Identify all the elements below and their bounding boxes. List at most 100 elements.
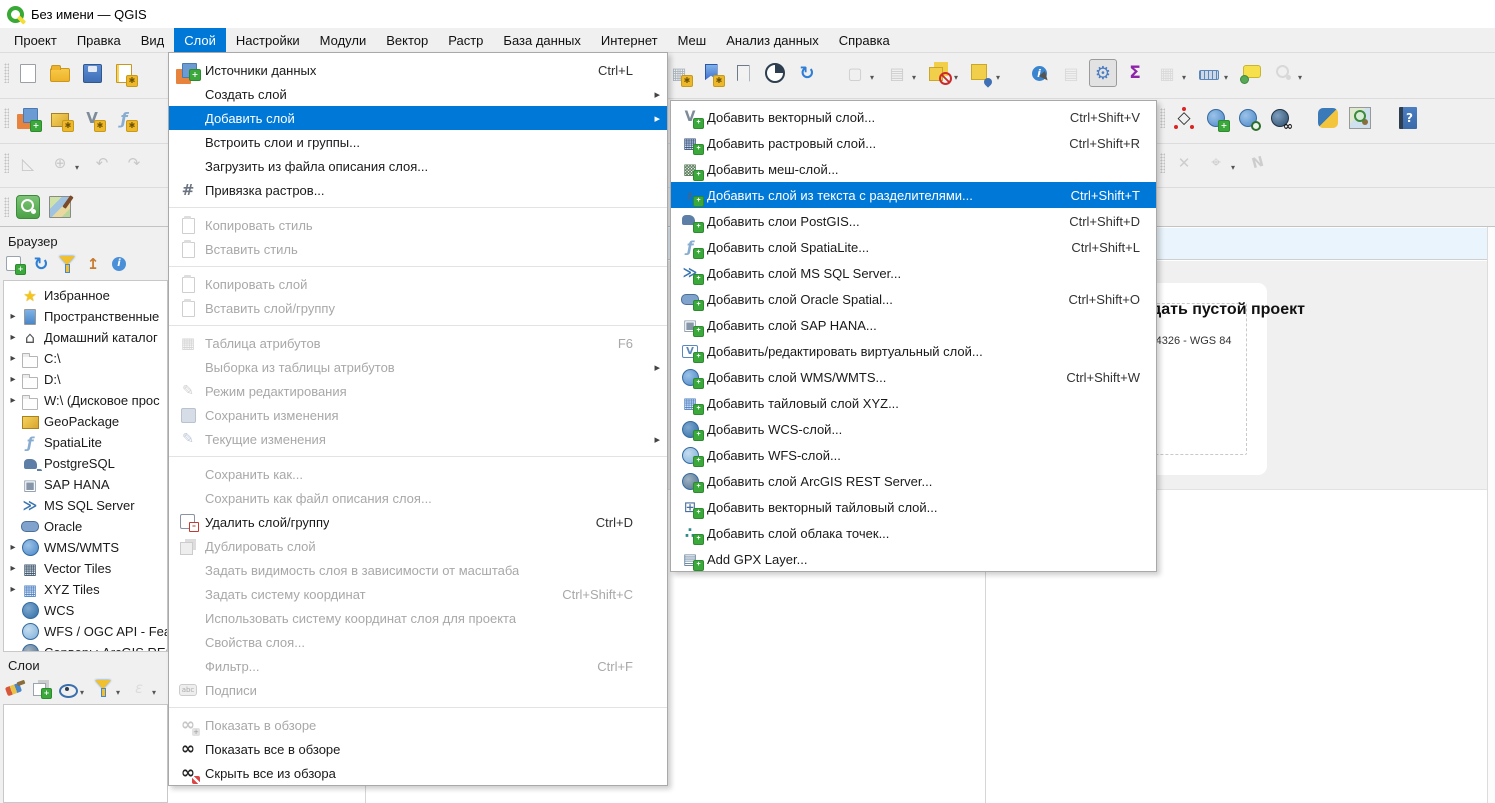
submenu-add-mssql-layer[interactable]: Добавить слой MS SQL Server... ▸	[671, 260, 1156, 286]
submenu-add-oracle-layer[interactable]: Добавить слой Oracle Spatial... Ctrl+Shi…	[671, 286, 1156, 312]
submenu-add-xyz-layer[interactable]: Добавить тайловый слой XYZ... ▸	[671, 390, 1156, 416]
browser-tree-item[interactable]: ▸ Избранное	[4, 285, 167, 306]
submenu-add-virtual-layer[interactable]: Добавить/редактировать виртуальный слой.…	[671, 338, 1156, 364]
menubar-item[interactable]: Правка	[67, 28, 131, 52]
dropdown-arrow-icon[interactable]: ▾	[996, 73, 1005, 82]
submenu-add-wcs-layer[interactable]: Добавить WCS-слой... ▸	[671, 416, 1156, 442]
menubar-item[interactable]: Растр	[438, 28, 493, 52]
dropdown-arrow-icon[interactable]: ▾	[954, 73, 963, 82]
menu-remove-layer[interactable]: Удалить слой/группу Ctrl+D ▸	[169, 510, 667, 534]
toolbar-button[interactable]: ▾	[14, 104, 42, 132]
expand-arrow-icon[interactable]: ▸	[7, 584, 19, 595]
browser-tree-item[interactable]: ▸ WCS	[4, 600, 167, 621]
expand-arrow-icon[interactable]: ▸	[7, 311, 19, 322]
submenu-add-vector-tile-layer[interactable]: Добавить векторный тайловый слой... ▸	[671, 494, 1156, 520]
toolbar-button[interactable]: ▾	[1394, 104, 1422, 132]
toolbar-button[interactable]: ▾	[1202, 104, 1230, 132]
submenu-add-delimited-text-layer[interactable]: Добавить слой из текста с разделителями.…	[671, 182, 1156, 208]
submenu-add-wfs-layer[interactable]: Добавить WFS-слой... ▸	[671, 442, 1156, 468]
panel-toolbar-button[interactable]: ▾	[29, 676, 53, 700]
menu-add-from-layer-definition[interactable]: Загрузить из файла описания слоя... ▸	[169, 154, 667, 178]
menubar-item[interactable]: Вид	[131, 28, 175, 52]
submenu-add-spatialite-layer[interactable]: Добавить слой SpatiaLite... Ctrl+Shift+L…	[671, 234, 1156, 260]
toolbar-button[interactable]: ▾	[1266, 104, 1294, 132]
menubar-item[interactable]: Меш	[668, 28, 717, 52]
toolbar-button[interactable]: ▾	[1346, 104, 1374, 132]
submenu-add-arcgis-layer[interactable]: Добавить слой ArcGIS REST Server... ▸	[671, 468, 1156, 494]
browser-tree-item[interactable]: ▸ D:\	[4, 369, 167, 390]
browser-tree-item[interactable]: ▸ Oracle	[4, 516, 167, 537]
toolbar-button[interactable]: ▾	[78, 104, 106, 132]
menubar-item[interactable]: Настройки	[226, 28, 310, 52]
panel-toolbar-button[interactable]: ▾	[55, 252, 79, 276]
expand-arrow-icon[interactable]: ▸	[7, 563, 19, 574]
menu-show-all-in-overview[interactable]: Показать все в обзоре ▸	[169, 737, 667, 761]
panel-toolbar-button[interactable]: ▾	[81, 252, 105, 276]
menubar-item[interactable]: Проект	[4, 28, 67, 52]
expand-arrow-icon[interactable]: ▸	[7, 353, 19, 364]
browser-tree-item[interactable]: ▸ Домашний каталог	[4, 327, 167, 348]
submenu-add-raster-layer[interactable]: Добавить растровый слой... Ctrl+Shift+R …	[671, 130, 1156, 156]
browser-tree-item[interactable]: ▸ SAP HANA	[4, 474, 167, 495]
dropdown-arrow-icon[interactable]: ▾	[1224, 73, 1233, 82]
menubar-item[interactable]: Вектор	[376, 28, 438, 52]
dropdown-arrow-icon[interactable]: ▾	[1182, 73, 1191, 82]
browser-tree-item[interactable]: ▸ Серверы ArcGIS RES	[4, 642, 167, 652]
toolbar-button[interactable]: ▾	[46, 59, 74, 87]
dropdown-arrow-icon[interactable]: ▾	[1231, 163, 1240, 172]
panel-toolbar-button[interactable]: ▾	[107, 252, 131, 276]
toolbar-button[interactable]: ▾	[1025, 59, 1053, 87]
menu-data-source-manager[interactable]: Источники данных Ctrl+L ▸	[169, 58, 667, 82]
menu-create-layer[interactable]: Создать слой ▸	[169, 82, 667, 106]
panel-toolbar-button[interactable]: ▾	[29, 252, 53, 276]
browser-tree-item[interactable]: ▸ PostgreSQL	[4, 453, 167, 474]
menubar-item[interactable]: База данных	[493, 28, 590, 52]
toolbar-button[interactable]: ▾	[1237, 59, 1265, 87]
toolbar-button[interactable]: ▾	[967, 59, 1005, 87]
toolbar-button[interactable]: ▾	[665, 59, 693, 87]
browser-tree-item[interactable]: ▸ SpatiaLite	[4, 432, 167, 453]
panel-toolbar-button[interactable]: ▾	[3, 252, 27, 276]
toolbar-button[interactable]: ▾	[14, 59, 42, 87]
dropdown-arrow-icon[interactable]: ▾	[870, 73, 879, 82]
menubar-item[interactable]: Интернет	[591, 28, 668, 52]
menu-hide-all-from-overview[interactable]: Скрыть все из обзора ▸	[169, 761, 667, 785]
dropdown-arrow-icon[interactable]: ▾	[152, 688, 161, 697]
toolbar-button[interactable]: ▾	[1195, 59, 1233, 87]
browser-tree-item[interactable]: ▸ C:\	[4, 348, 167, 369]
browser-tree-item[interactable]: ▸ Пространственные	[4, 306, 167, 327]
submenu-add-wms-layer[interactable]: Добавить слой WMS/WMTS... Ctrl+Shift+W ▸	[671, 364, 1156, 390]
toolbar-button[interactable]: ▾	[1234, 104, 1262, 132]
expand-arrow-icon[interactable]: ▸	[7, 332, 19, 343]
expand-arrow-icon[interactable]: ▸	[7, 374, 19, 385]
menubar-item[interactable]: Модули	[310, 28, 377, 52]
dropdown-arrow-icon[interactable]: ▾	[80, 688, 89, 697]
toolbar-button[interactable]: ▾	[1089, 59, 1117, 87]
browser-tree-item[interactable]: ▸ MS SQL Server	[4, 495, 167, 516]
toolbar-button[interactable]: ▾	[110, 59, 138, 87]
expand-arrow-icon[interactable]: ▸	[7, 395, 19, 406]
toolbar-button[interactable]: ▾	[925, 59, 963, 87]
toolbar-button[interactable]: ▾	[1314, 104, 1342, 132]
dropdown-arrow-icon[interactable]: ▾	[75, 163, 84, 172]
menu-add-layer[interactable]: Добавить слой ▸	[169, 106, 667, 130]
submenu-add-mesh-layer[interactable]: Добавить меш-слой... ▸	[671, 156, 1156, 182]
panel-toolbar-button[interactable]: ▾	[55, 676, 89, 700]
dropdown-arrow-icon[interactable]: ▾	[1298, 73, 1307, 82]
menu-georeferencer[interactable]: Привязка растров... ▸	[169, 178, 667, 202]
browser-tree-item[interactable]: ▸ WMS/WMTS	[4, 537, 167, 558]
submenu-add-point-cloud-layer[interactable]: Добавить слой облака точек... ▸	[671, 520, 1156, 546]
submenu-add-gpx-layer[interactable]: Add GPX Layer... ▸	[671, 546, 1156, 572]
toolbar-button[interactable]: ▾	[110, 104, 138, 132]
toolbar-button[interactable]: ▾	[793, 59, 821, 87]
toolbar-button[interactable]: ▾	[729, 59, 757, 87]
toolbar-button[interactable]: ▾	[46, 104, 74, 132]
dropdown-arrow-icon[interactable]: ▾	[116, 688, 125, 697]
submenu-add-hana-layer[interactable]: Добавить слой SAP HANA... ▸	[671, 312, 1156, 338]
dropdown-arrow-icon[interactable]: ▾	[912, 73, 921, 82]
toolbar-button[interactable]: ▾	[697, 59, 725, 87]
menubar-item[interactable]: Анализ данных	[716, 28, 829, 52]
expand-arrow-icon[interactable]: ▸	[7, 542, 19, 553]
toolbar-button[interactable]: ▾	[1170, 104, 1198, 132]
menubar-item[interactable]: Справка	[829, 28, 900, 52]
